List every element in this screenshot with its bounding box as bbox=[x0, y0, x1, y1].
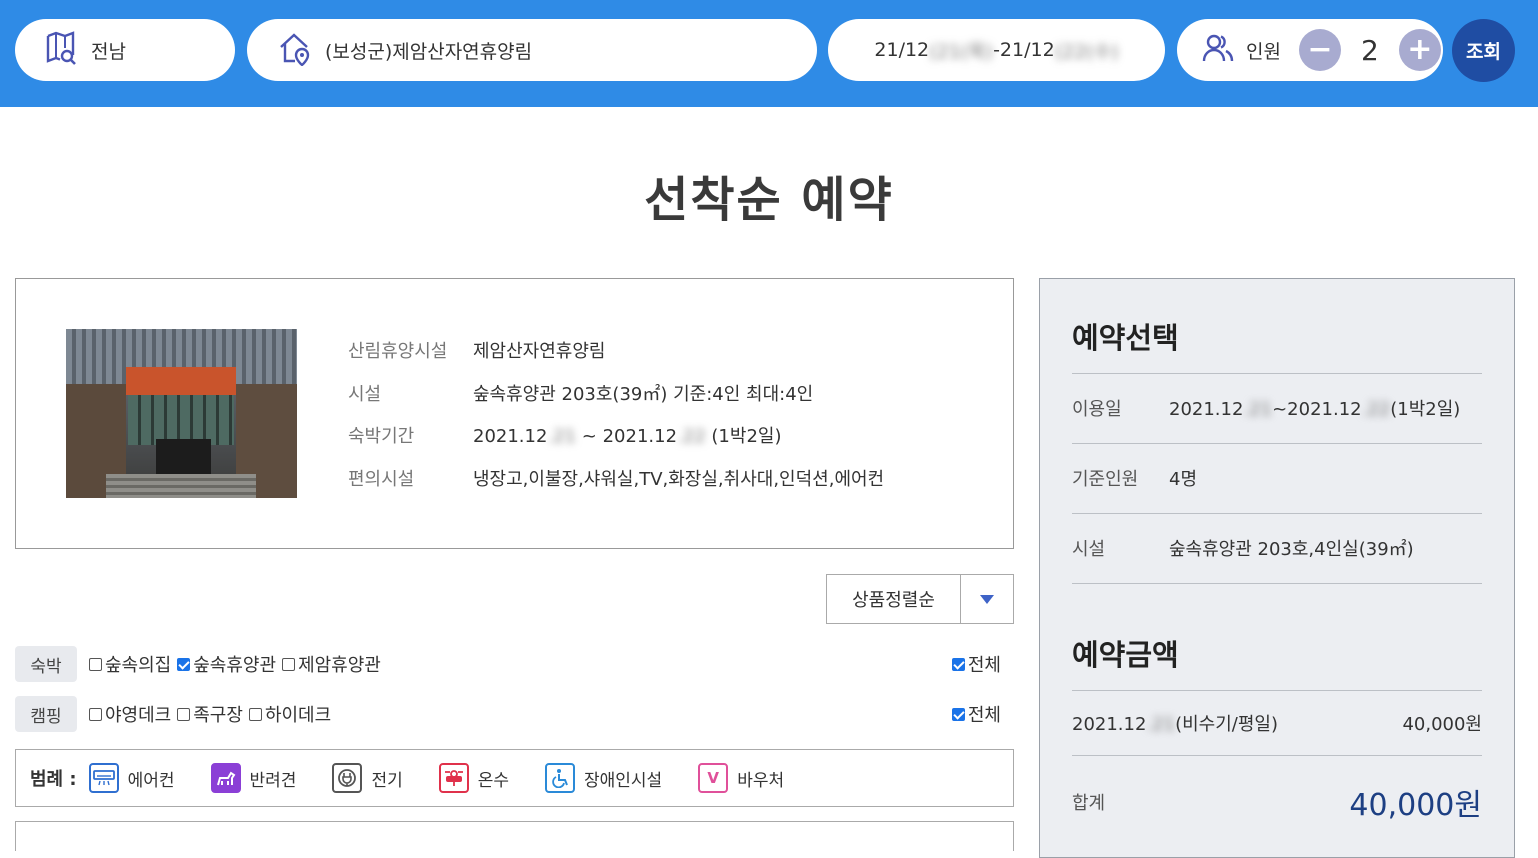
voucher-icon: V bbox=[698, 763, 729, 793]
divider bbox=[1072, 755, 1482, 756]
camping-option-checkbox[interactable]: 하이데크 bbox=[248, 701, 331, 727]
facility-row-value: 냉장고,이불장,샤워실,TV,화장실,취사대,인덕션,에어컨 bbox=[473, 468, 885, 490]
panel-row-label: 시설 bbox=[1072, 539, 1106, 560]
home-location-icon bbox=[277, 30, 313, 71]
facility-row-label: 시설 bbox=[348, 383, 382, 405]
people-selector: 인원 − 2 + bbox=[1177, 19, 1443, 81]
facility-row-label: 산림휴양시설 bbox=[348, 341, 448, 363]
camping-filter: 캠핑 야영데크 족구장 하이데크 전체 bbox=[15, 694, 1014, 734]
amount-title: 예약금액 bbox=[1072, 638, 1179, 672]
panel-row: 기준인원 4명 bbox=[1072, 463, 1482, 493]
divider bbox=[1072, 583, 1482, 584]
date-start-day: (21(목) bbox=[929, 40, 994, 63]
date-range-select[interactable]: 21/12 (21(목) -21/12 (22(수) bbox=[828, 19, 1165, 81]
search-button[interactable]: 조회 bbox=[1452, 19, 1515, 82]
camping-tag: 캠핑 bbox=[15, 696, 77, 732]
price-amount: 40,000원 bbox=[1402, 714, 1482, 735]
checkbox-checked-icon[interactable] bbox=[177, 657, 191, 671]
panel-row-label: 이용일 bbox=[1072, 399, 1122, 420]
region-select[interactable]: 전남 bbox=[15, 19, 235, 81]
select-title: 예약선택 bbox=[1072, 321, 1179, 355]
facility-row-label: 편의시설 bbox=[348, 468, 415, 490]
stay-period-value: 2021.12.21 ~ 2021.12.22 (1박2일) bbox=[473, 426, 782, 448]
panel-row-label: 기준인원 bbox=[1072, 469, 1139, 490]
reservation-summary-panel: 예약선택 이용일 2021.12.21~2021.12.22(1박2일) 기준인… bbox=[1039, 278, 1515, 858]
lodging-filter: 숙박 숲속의집 숲속휴양관 제암휴양관 전체 bbox=[15, 644, 1014, 684]
facility-details: 산림휴양시설 제암산자연휴양림 시설 숲속휴양관 203호(39㎡) 기준:4인… bbox=[348, 329, 884, 499]
facility-row: 숙박기간 2021.12.21 ~ 2021.12.22 (1박2일) bbox=[348, 414, 884, 457]
chevron-down-icon[interactable] bbox=[961, 575, 1013, 623]
search-bar: 전남 (보성군)제암산자연휴양림 21/12 (21(목) -21/12 (22(수)… bbox=[0, 0, 1538, 107]
divider bbox=[1072, 373, 1482, 374]
checkbox-checked-icon[interactable] bbox=[951, 707, 965, 721]
facility-row: 편의시설 냉장고,이불장,샤워실,TV,화장실,취사대,인덕션,에어컨 bbox=[348, 457, 884, 500]
page-title: 선착순 예약 bbox=[644, 172, 894, 228]
facility-row-value: 제암산자연휴양림 bbox=[473, 341, 606, 363]
legend-item: 전기 bbox=[332, 763, 403, 793]
plug-icon bbox=[332, 763, 363, 793]
people-plus-button[interactable]: + bbox=[1398, 29, 1441, 71]
wheelchair-icon bbox=[545, 763, 575, 793]
divider bbox=[1072, 513, 1482, 514]
map-search-icon bbox=[43, 30, 79, 71]
facility-row: 산림휴양시설 제암산자연휴양림 bbox=[348, 329, 884, 372]
facility-row: 시설 숲속휴양관 203호(39㎡) 기준:4인 최대:4인 bbox=[348, 372, 884, 415]
room-list-container bbox=[15, 821, 1014, 851]
total-amount: 40,000원 bbox=[1349, 788, 1482, 823]
price-date: 2021.12.21(비수기/평일) bbox=[1072, 714, 1278, 735]
checkbox-icon[interactable] bbox=[177, 707, 191, 721]
checkbox-checked-icon[interactable] bbox=[951, 657, 965, 671]
lodging-tag: 숙박 bbox=[15, 646, 77, 682]
lodging-option-checkbox[interactable]: 제암휴양관 bbox=[282, 651, 381, 677]
facility-row-label: 숙박기간 bbox=[348, 426, 415, 448]
legend-item: V 바우처 bbox=[698, 763, 784, 793]
people-minus-button[interactable]: − bbox=[1298, 29, 1341, 71]
legend-title: 범례 : bbox=[30, 769, 77, 790]
checkbox-icon[interactable] bbox=[89, 707, 102, 721]
checkbox-icon[interactable] bbox=[248, 707, 262, 721]
sort-select[interactable]: 상품정렬순 bbox=[826, 574, 1014, 624]
panel-row-value: 4명 bbox=[1169, 469, 1198, 490]
people-label: 인원 bbox=[1246, 40, 1281, 63]
lodging-option-checkbox[interactable]: 숲속의집 bbox=[89, 651, 171, 677]
price-row: 2021.12.21(비수기/평일) 40,000원 bbox=[1072, 708, 1482, 738]
date-end-day: (22(수) bbox=[1054, 40, 1119, 63]
legend-item: 장애인시설 bbox=[545, 763, 662, 793]
camping-option-checkbox[interactable]: 족구장 bbox=[177, 701, 243, 727]
camping-all-checkbox[interactable]: 전체 bbox=[951, 701, 1001, 727]
facility-row-value: 숲속휴양관 203호(39㎡) 기준:4인 최대:4인 bbox=[473, 383, 814, 405]
lodging-all-checkbox[interactable]: 전체 bbox=[951, 651, 1001, 677]
use-date-value: 2021.12.21~2021.12.22(1박2일) bbox=[1169, 399, 1461, 420]
checkbox-icon[interactable] bbox=[89, 657, 102, 671]
date-end: -21/12 bbox=[993, 39, 1055, 61]
region-label: 전남 bbox=[91, 40, 126, 63]
pet-icon bbox=[210, 763, 241, 793]
panel-row: 이용일 2021.12.21~2021.12.22(1박2일) bbox=[1072, 393, 1482, 423]
camping-option-checkbox[interactable]: 야영데크 bbox=[89, 701, 171, 727]
forest-label: (보성군)제암산자연휴양림 bbox=[325, 40, 533, 63]
people-count: 2 bbox=[1360, 33, 1379, 67]
aircon-icon bbox=[88, 763, 119, 793]
legend: 범례 : 에어컨 반려견 전기 온수 장애인시설 V 바우처 bbox=[15, 749, 1014, 807]
panel-row-value: 숲속휴양관 203호,4인실(39㎡) bbox=[1169, 539, 1414, 560]
lodging-option-checkbox[interactable]: 숲속휴양관 bbox=[177, 651, 276, 677]
panel-row: 시설 숲속휴양관 203호,4인실(39㎡) bbox=[1072, 533, 1482, 563]
facility-info-card: 산림휴양시설 제암산자연휴양림 시설 숲속휴양관 203호(39㎡) 기준:4인… bbox=[15, 278, 1014, 549]
facility-photo bbox=[66, 329, 297, 498]
forest-select[interactable]: (보성군)제암산자연휴양림 bbox=[247, 19, 817, 81]
divider bbox=[1072, 690, 1482, 691]
hot-water-icon bbox=[438, 763, 469, 793]
total-row: 합계 40,000원 bbox=[1072, 782, 1482, 823]
users-icon bbox=[1202, 33, 1234, 68]
total-label: 합계 bbox=[1072, 793, 1106, 814]
legend-item: 반려견 bbox=[210, 763, 296, 793]
divider bbox=[1072, 443, 1482, 444]
legend-item: 에어컨 bbox=[88, 763, 175, 793]
legend-item: 온수 bbox=[438, 763, 509, 793]
checkbox-icon[interactable] bbox=[282, 657, 296, 671]
sort-label: 상품정렬순 bbox=[827, 575, 961, 623]
date-start: 21/12 bbox=[874, 39, 930, 61]
